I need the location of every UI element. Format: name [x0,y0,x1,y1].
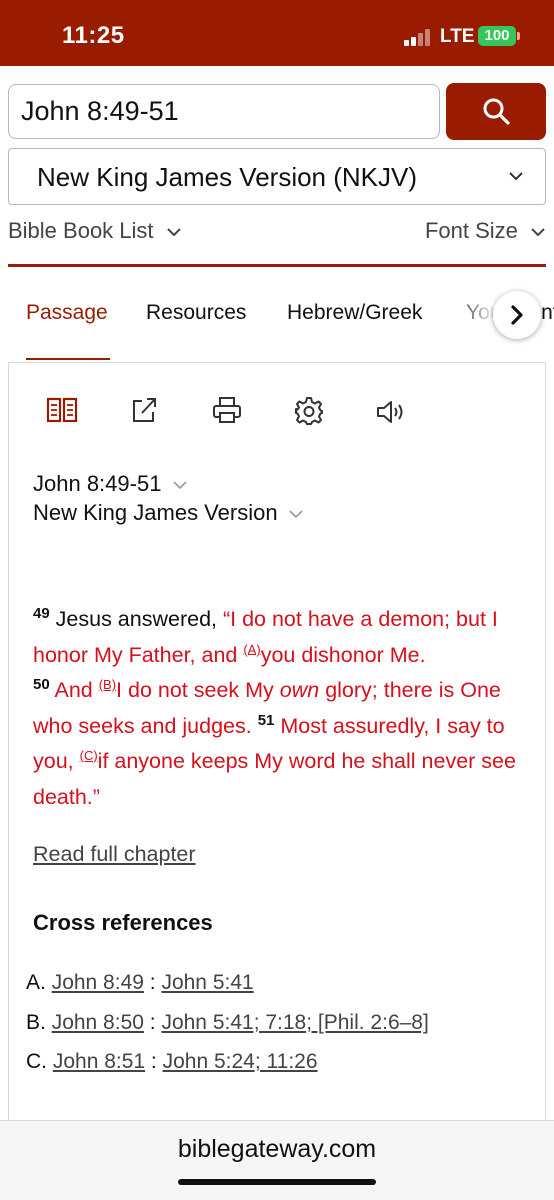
signal-icon [404,28,434,46]
cross-reference-source-link[interactable]: John 8:50 [52,1011,144,1034]
settings-icon[interactable] [294,396,324,426]
tab-passage[interactable]: Passage [26,301,108,325]
tab-bar: Passage Resources Hebrew/Greek Your Cont… [0,268,554,362]
tab-hebrew-greek[interactable]: Hebrew/Greek [287,301,422,325]
font-size-label: Font Size [424,218,518,243]
chevron-down-icon [289,510,303,519]
search-input[interactable] [8,84,440,139]
words-of-christ: I do not seek My [116,678,280,702]
cross-reference-item: C. John 8:51 : John 5:24; 11:26 [26,1050,318,1074]
verse-number: 50 [33,675,50,693]
passage-version-select[interactable]: New King James Version [33,500,304,526]
cross-reference-target-link[interactable]: John 5:24; 11:26 [163,1050,318,1073]
active-tab-indicator [26,358,110,360]
words-of-christ: if anyone keeps My word he shall never s… [33,749,516,809]
chevron-down-icon [166,228,181,237]
chevron-down-icon [509,172,523,181]
print-icon[interactable] [212,396,242,424]
words-of-christ: you dishonor Me. [260,642,426,667]
footnote-link-b[interactable]: (B) [99,677,116,692]
bible-book-list-toggle[interactable]: Bible Book List [8,218,182,244]
status-bar: 11:25 LTE 100 [0,0,554,66]
battery-icon: 100 [478,26,516,46]
browser-address-bar[interactable]: biblegateway.com [0,1120,554,1200]
cross-reference-source-link[interactable]: John 8:49 [52,971,144,994]
version-select-value: New King James Version (NKJV) [37,162,418,192]
home-indicator [178,1179,376,1185]
chevron-down-icon [172,481,187,490]
tab-resources[interactable]: Resources [146,301,246,325]
cross-reference-separator: : [145,1050,163,1073]
search-button[interactable] [446,83,546,140]
verse-number: 51 [257,711,275,729]
tab-scroll-right-button[interactable] [493,291,541,339]
cross-reference-letter: A. [26,971,46,994]
tab-fade [448,268,498,362]
cross-reference-item: A. John 8:49 : John 5:41 [26,971,254,995]
cross-reference-separator: : [143,1011,162,1034]
status-time: 11:25 [62,22,125,49]
read-full-chapter-link[interactable]: Read full chapter [33,842,196,867]
audio-icon[interactable] [376,400,408,424]
cross-reference-target-link[interactable]: John 5:41; 7:18; [Phil. 2:6–8] [161,1011,428,1034]
passage-text: 49 Jesus answered, “I do not have a demo… [33,602,533,815]
cross-reference-source-link[interactable]: John 8:51 [53,1050,145,1073]
passage-version: New King James Version [33,500,278,525]
verse-text: Jesus answered, [55,607,223,631]
words-of-christ: And [49,678,99,702]
cross-reference-letter: C. [26,1050,47,1073]
chevron-down-icon [531,228,545,237]
cross-reference-target-link[interactable]: John 5:41 [161,971,253,994]
font-size-toggle[interactable]: Font Size [425,218,546,244]
passage-reference: John 8:49-51 [33,471,162,496]
cross-references-title: Cross references [33,910,213,935]
search-icon [483,98,510,125]
cross-reference-letter: B. [26,1011,46,1034]
parallel-icon[interactable] [46,396,78,424]
battery-nub [517,32,520,40]
footnote-link-a[interactable]: (A) [243,641,260,656]
passage-reference-select[interactable]: John 8:49-51 [33,471,188,497]
words-of-christ-italic: own [279,678,320,702]
footnote-link-c[interactable]: (C) [80,748,98,763]
cross-reference-item: B. John 8:50 : John 5:41; 7:18; [Phil. 2… [26,1011,429,1035]
chevron-right-icon [511,305,523,325]
share-icon[interactable] [130,396,158,424]
address-domain: biblegateway.com [177,1135,377,1163]
cross-reference-separator: : [143,971,162,994]
network-label: LTE [440,26,475,47]
version-select[interactable]: New King James Version (NKJV) [8,148,546,205]
bible-book-list-label: Bible Book List [8,218,154,243]
verse-number: 49 [33,604,50,622]
divider [8,264,546,267]
